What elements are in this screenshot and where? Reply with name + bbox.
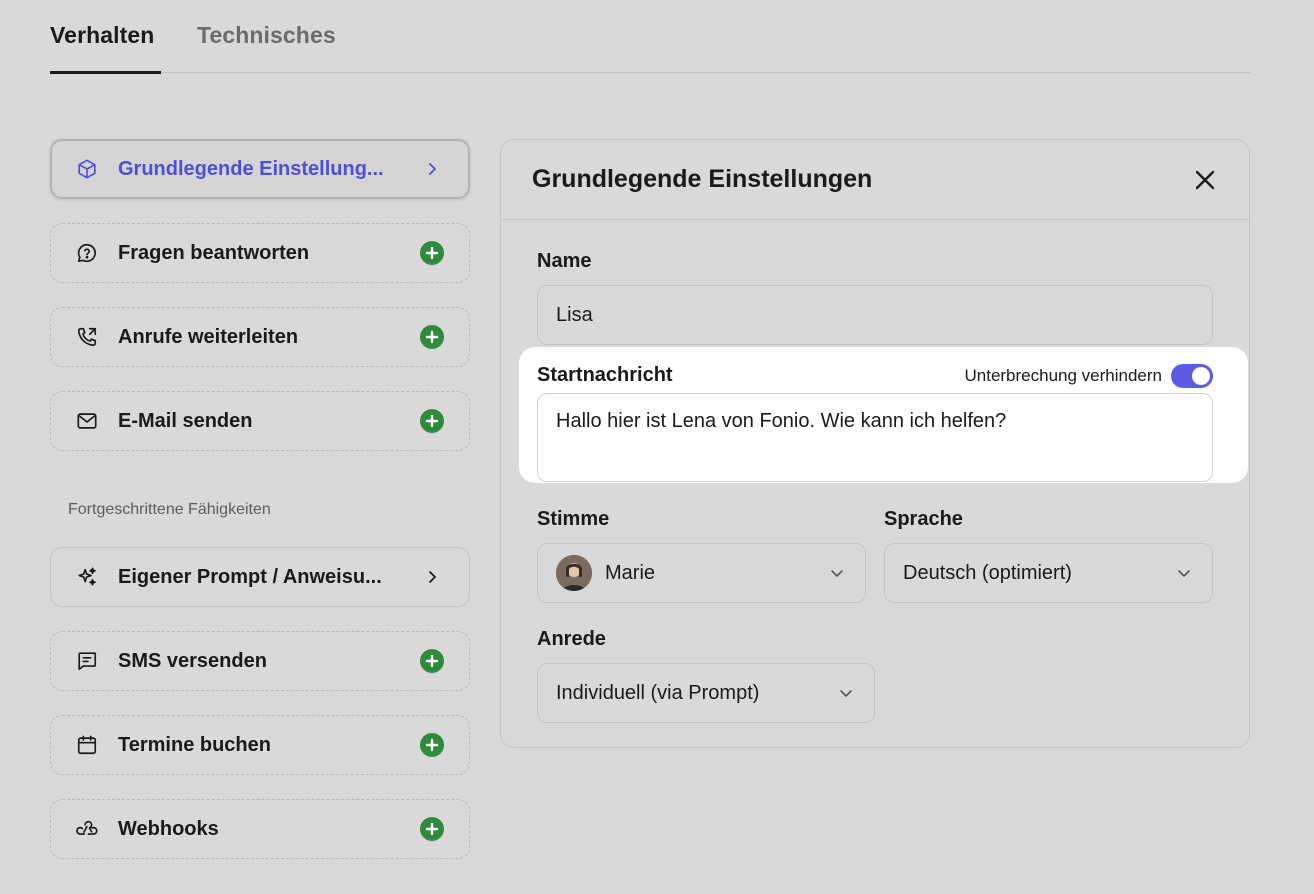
box-icon <box>75 157 99 181</box>
add-button[interactable] <box>419 240 445 266</box>
interrupt-toggle-label: Unterbrechung verhindern <box>964 366 1162 385</box>
plus-icon <box>420 733 444 757</box>
capability-sms-versenden[interactable]: SMS versenden <box>50 631 470 691</box>
capability-label: Anrufe weiterleiten <box>118 325 299 348</box>
plus-icon <box>420 409 444 433</box>
close-button[interactable] <box>1191 166 1219 194</box>
toggle-knob <box>1192 367 1210 385</box>
capability-label: Termine buchen <box>118 733 271 756</box>
capability-label: Eigener Prompt / Anweisu... <box>118 565 382 588</box>
salutation-label: Anrede <box>537 628 606 650</box>
start-message-label: Startnachricht <box>537 364 673 386</box>
capability-label: E-Mail senden <box>118 409 253 432</box>
capability-anrufe-weiterleiten[interactable]: Anrufe weiterleiten <box>50 307 470 367</box>
sparkles-icon <box>75 565 99 589</box>
capability-termine-buchen[interactable]: Termine buchen <box>50 715 470 775</box>
add-button[interactable] <box>419 324 445 350</box>
capability-label: Webhooks <box>118 817 219 840</box>
capability-webhooks[interactable]: Webhooks <box>50 799 470 859</box>
add-button[interactable] <box>419 648 445 674</box>
add-button[interactable] <box>419 408 445 434</box>
capability-fragen-beantworten[interactable]: Fragen beantworten <box>50 223 470 283</box>
capability-eigener-prompt[interactable]: Eigener Prompt / Anweisu... <box>50 547 470 607</box>
start-message-textarea[interactable]: Hallo hier ist Lena von Fonio. Wie kann … <box>537 393 1213 482</box>
tab-bar: Verhalten Technisches <box>50 0 1250 74</box>
capability-email-senden[interactable]: E-Mail senden <box>50 391 470 451</box>
advanced-section-label: Fortgeschrittene Fähigkeiten <box>68 501 271 518</box>
active-tab-indicator <box>50 71 161 74</box>
chevron-down-icon <box>827 563 847 583</box>
language-value: Deutsch (optimiert) <box>903 561 1072 584</box>
chevron-down-icon <box>836 683 856 703</box>
voice-label: Stimme <box>537 508 610 530</box>
capability-label: Fragen beantworten <box>118 241 310 264</box>
question-bubble-icon <box>75 241 99 265</box>
phone-forward-icon <box>75 325 99 349</box>
panel-header: Grundlegende Einstellungen <box>501 140 1249 220</box>
tab-technisches[interactable]: Technisches <box>197 22 336 49</box>
calendar-icon <box>75 733 99 757</box>
salutation-select[interactable]: Individuell (via Prompt) <box>537 663 875 723</box>
mail-icon <box>75 409 99 433</box>
interrupt-toggle[interactable] <box>1171 364 1213 388</box>
chevron-right-icon <box>419 564 445 590</box>
name-input[interactable]: Lisa <box>537 285 1213 345</box>
capability-label: SMS versenden <box>118 649 267 672</box>
chevron-right-icon <box>419 156 445 182</box>
capability-grundlegende-einstellungen[interactable]: Grundlegende Einstellung... <box>50 139 470 199</box>
close-icon <box>1195 170 1215 190</box>
panel-title: Grundlegende Einstellungen <box>532 165 873 193</box>
add-button[interactable] <box>419 732 445 758</box>
plus-icon <box>420 241 444 265</box>
voice-select[interactable]: Marie <box>537 543 866 603</box>
plus-icon <box>420 817 444 841</box>
message-icon <box>75 649 99 673</box>
language-select[interactable]: Deutsch (optimiert) <box>884 543 1213 603</box>
plus-icon <box>420 649 444 673</box>
plus-icon <box>420 325 444 349</box>
webhook-icon <box>75 817 99 841</box>
salutation-value: Individuell (via Prompt) <box>556 681 760 704</box>
add-button[interactable] <box>419 816 445 842</box>
tab-verhalten[interactable]: Verhalten <box>50 22 154 49</box>
avatar <box>556 555 592 591</box>
name-label: Name <box>537 250 592 272</box>
chevron-down-icon <box>1174 563 1194 583</box>
capability-label: Grundlegende Einstellung... <box>118 157 384 180</box>
voice-value: Marie <box>605 561 656 584</box>
language-label: Sprache <box>884 508 963 530</box>
